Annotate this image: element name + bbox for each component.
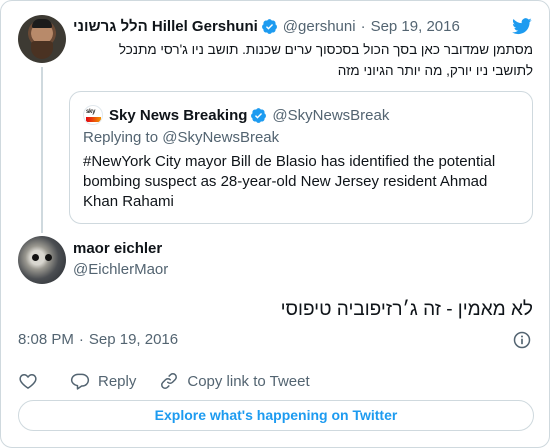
avatar-kippah-shape	[32, 19, 52, 28]
explore-twitter-button[interactable]: Explore what's happening on Twitter	[18, 400, 534, 431]
avatar-logo-bar	[86, 117, 101, 122]
avatar-eye-shape	[32, 254, 39, 261]
reply-tweet-text: לא מאמין - זה ג׳רזיפוביה טיפוסי	[280, 299, 533, 320]
quoted-tweet-header: Sky News Breaking @SkyNewsBreak	[109, 104, 389, 126]
avatar-eye-shape	[45, 254, 52, 261]
reply-author-handle[interactable]: @EichlerMaor	[73, 261, 168, 278]
author-handle[interactable]: @gershuni	[283, 18, 356, 35]
parent-tweet-header: הלל גרשוני Hillel Gershuni @gershuni · S…	[73, 16, 460, 36]
avatar[interactable]	[18, 15, 66, 63]
reply-button[interactable]: Reply	[70, 371, 136, 391]
avatar-logo-text: sky	[86, 109, 96, 115]
separator-dot: ·	[78, 331, 84, 348]
quoted-tweet[interactable]: sky Sky News Breaking @SkyNewsBreak Repl…	[69, 91, 533, 224]
link-icon	[161, 373, 178, 389]
verified-badge-icon	[251, 107, 267, 123]
tweet-date[interactable]: Sep 19, 2016	[371, 18, 460, 35]
avatar-beard-shape	[31, 41, 53, 59]
quoted-tweet-text: #NewYork City mayor Bill de Blasio has i…	[83, 153, 496, 210]
thread-connector-line	[41, 67, 43, 233]
quoted-author-handle: @SkyNewsBreak	[272, 106, 390, 124]
parent-tweet-text-line-2: לתושבי ניו יורק, מה יותר הגיוני מזה	[337, 63, 533, 78]
tweet-timestamp[interactable]: 8:08 PM · Sep 19, 2016	[18, 331, 178, 348]
separator-dot: ·	[360, 17, 366, 35]
sky-news-avatar: sky	[83, 105, 103, 125]
tweet-time: 8:08 PM	[18, 331, 74, 348]
like-button[interactable]	[18, 371, 38, 391]
avatar[interactable]	[18, 236, 66, 284]
copy-link-button[interactable]: Copy link to Tweet	[159, 371, 310, 391]
heart-icon	[19, 374, 37, 389]
tweet-actions-bar: Reply Copy link to Tweet	[18, 369, 310, 393]
info-icon[interactable]	[512, 330, 532, 350]
replying-to-label: Replying to @SkyNewsBreak	[83, 129, 280, 146]
quoted-author-name: Sky News Breaking	[109, 106, 248, 124]
reply-label: Reply	[98, 372, 137, 390]
copy-link-label: Copy link to Tweet	[187, 372, 310, 390]
tweet-date: Sep 19, 2016	[88, 331, 179, 348]
embedded-tweet-card: הלל גרשוני Hillel Gershuni @gershuni · S…	[0, 0, 550, 448]
parent-tweet-text-line-1: מסתמן שמדובר כאן בסך הכול בסכסוך ערים שכ…	[118, 42, 533, 57]
verified-badge-icon	[261, 18, 277, 34]
twitter-bird-icon[interactable]	[511, 16, 533, 36]
author-display-name[interactable]: הלל גרשוני Hillel Gershuni	[73, 18, 258, 35]
reply-bubble-icon	[70, 373, 90, 390]
reply-author-name[interactable]: maor eichler	[73, 240, 162, 257]
